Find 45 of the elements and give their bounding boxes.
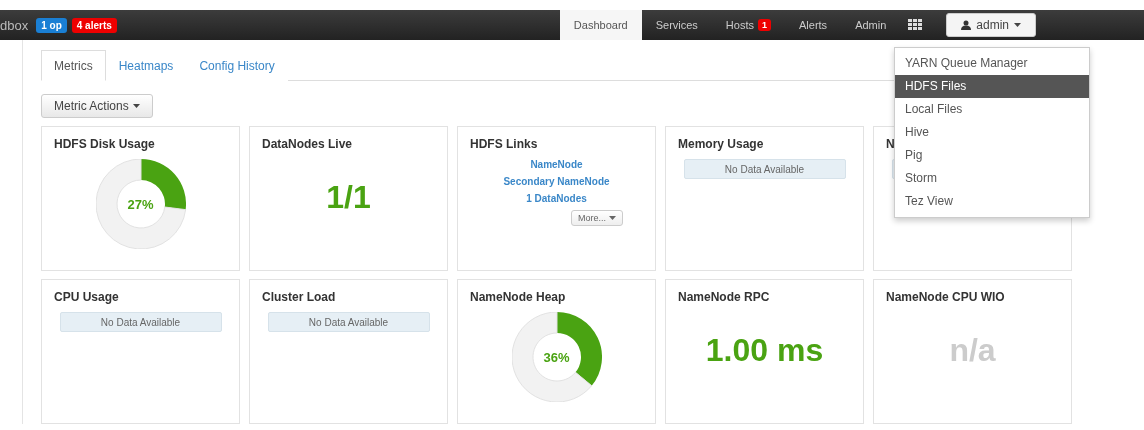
caret-icon [132,104,140,108]
hosts-badge: 1 [758,19,771,31]
more-button[interactable]: More... [571,210,623,226]
metric-value: 1.00 ms [705,332,824,369]
hdfs-link[interactable]: Secondary NameNode [503,176,610,187]
hdfs-link[interactable]: 1 DataNodes [526,193,587,204]
widget-title: N [886,137,895,151]
no-data-label: No Data Available [59,312,222,332]
menu-item[interactable]: Tez View [895,190,1089,213]
brand-name[interactable]: dbox [0,17,29,33]
tab[interactable]: Metrics [41,50,106,81]
widget-title: HDFS Disk Usage [54,137,155,151]
alerts-badge[interactable]: 4 alerts [71,17,117,33]
metric-value: 1/1 [326,179,371,216]
no-data-label: No Data Available [267,312,430,332]
widget-title: CPU Usage [54,290,119,304]
widget-title: Cluster Load [262,290,336,304]
grid-icon[interactable] [908,19,923,31]
percent-value: 36% [543,349,570,365]
percent-value: 27% [127,196,154,212]
caret-icon [1014,23,1021,27]
widget-title: DataNodes Live [262,137,353,151]
nav-item[interactable]: Dashboard [559,10,642,40]
menu-item[interactable]: HDFS Files [895,75,1089,98]
menu-item[interactable]: Pig [895,144,1089,167]
menu-item[interactable]: YARN Queue Manager [895,52,1089,75]
hdfs-link[interactable]: NameNode [530,159,583,170]
user-menu-button[interactable]: admin [946,13,1036,37]
widget-title: NameNode RPC [678,290,770,304]
user-icon [961,20,972,30]
widget-title: HDFS Links [470,137,538,151]
widget-title: Memory Usage [678,137,764,151]
ops-badge[interactable]: 1 op [36,17,67,33]
menu-item[interactable]: Storm [895,167,1089,190]
no-data-label: No Data Available [683,159,846,179]
metric-actions-button[interactable]: Metric Actions [41,94,153,118]
widget-title: NameNode CPU WIO [886,290,1005,304]
nav-item[interactable]: Admin [841,10,901,40]
caret-icon [609,216,616,220]
nav-item[interactable]: Alerts [785,10,842,40]
menu-item[interactable]: Hive [895,121,1089,144]
nav-item[interactable]: Services [641,10,712,40]
menu-item[interactable]: Local Files [895,98,1089,121]
widget-title: NameNode Heap [470,290,566,304]
nav-item[interactable]: Hosts 1 [711,10,785,40]
